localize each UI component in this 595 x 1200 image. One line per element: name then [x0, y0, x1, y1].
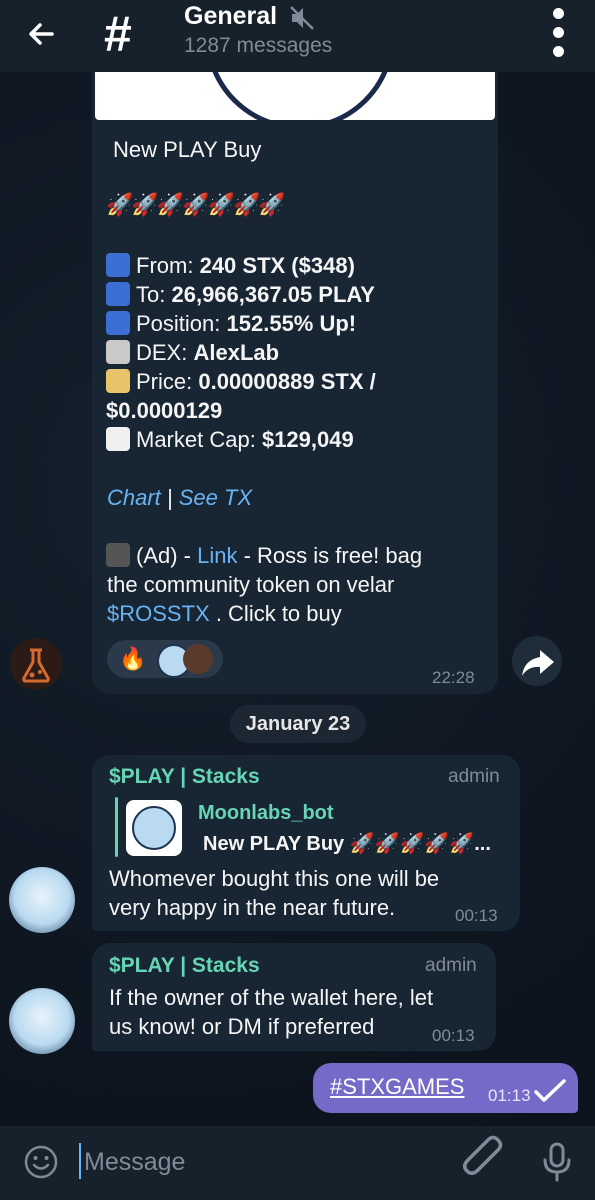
chat-header: # General 1287 messages	[0, 0, 595, 72]
message-sender[interactable]: $PLAY | Stacks	[109, 765, 260, 789]
message-text-line-1: Whomever bought this one will be	[109, 866, 440, 891]
quote-text[interactable]: New PLAY Buy 🚀🚀🚀🚀🚀...	[203, 831, 491, 856]
share-arrow-icon	[522, 650, 554, 676]
dex-line: DEX: AlexLab	[106, 340, 279, 366]
message-text-line-2: very happy in the near future.	[109, 895, 396, 920]
tv-icon	[106, 543, 130, 567]
mcap-line: Market Cap: $129,049	[106, 427, 354, 453]
ad-line-3: $ROSSTX . Click to buy	[107, 601, 342, 626]
share-button[interactable]	[512, 636, 562, 686]
back-arrow-icon[interactable]	[22, 14, 62, 54]
own-message-time: 01:13	[488, 1086, 531, 1105]
penguin-avatar[interactable]	[9, 867, 75, 933]
message-text-line-2: us know! or DM if preferred	[109, 1014, 375, 1039]
forward-arrow-icon	[106, 282, 130, 306]
message-text-line-1: If the owner of the wallet here, let	[109, 985, 434, 1010]
from-line: From: 240 STX ($348)	[106, 253, 355, 279]
bank-icon	[106, 340, 130, 364]
money-icon	[106, 369, 130, 393]
message-time: 00:13	[455, 906, 498, 925]
paperclip-icon[interactable]	[452, 1128, 516, 1192]
sender-role: admin	[425, 955, 477, 976]
fire-reaction[interactable]: 🔥	[119, 646, 146, 672]
reactions-bar[interactable]: 🔥	[107, 640, 223, 678]
emoji-smile-icon[interactable]	[22, 1143, 60, 1181]
message-time: 00:13	[432, 1026, 475, 1045]
post-heading: New PLAY Buy	[113, 137, 262, 162]
post-time: 22:28	[432, 668, 475, 687]
price-line: Price: 0.00000889 STX /	[106, 369, 376, 395]
reactor-avatar-pirate	[183, 644, 213, 674]
bot-avatar[interactable]	[10, 638, 62, 690]
quote-author[interactable]: Moonlabs_bot	[198, 802, 334, 825]
microphone-icon[interactable]	[540, 1140, 574, 1184]
to-line: To: 26,966,367.05 PLAY	[106, 282, 375, 308]
price-line-usd: $0.0000129	[106, 398, 223, 423]
quote-bar	[115, 797, 118, 857]
return-arrow-icon	[106, 253, 130, 277]
ad-line-1: (Ad) - Link - Ross is free! bag	[106, 543, 422, 569]
chart-increasing-icon	[106, 427, 130, 451]
message-count: 1287 messages	[184, 34, 333, 57]
links-line: Chart | See TX	[107, 485, 253, 510]
rockets-emoji-row: 🚀🚀🚀🚀🚀🚀🚀	[106, 192, 286, 217]
message-input[interactable]	[82, 1142, 426, 1182]
hashtag-icon: #	[104, 6, 132, 62]
more-options-button[interactable]	[546, 2, 572, 62]
see-tx-link[interactable]: See TX	[179, 485, 252, 510]
muted-icon	[290, 6, 314, 30]
ad-line-2: the community token on velar	[107, 572, 395, 597]
position-line: Position: 152.55% Up!	[106, 311, 356, 337]
ad-link[interactable]: Link	[197, 543, 237, 568]
sender-role: admin	[448, 766, 500, 787]
hashtag-link[interactable]: #STXGAMES	[330, 1074, 464, 1100]
chart-link[interactable]: Chart	[107, 485, 161, 510]
message-sender[interactable]: $PLAY | Stacks	[109, 954, 260, 978]
chat-title[interactable]: General	[184, 2, 277, 31]
read-check-icon	[534, 1079, 566, 1102]
quote-thumbnail[interactable]	[126, 800, 182, 856]
flask-icon	[22, 648, 50, 683]
up-arrow-icon	[106, 311, 130, 335]
text-cursor	[79, 1143, 81, 1179]
rosstx-link[interactable]: $ROSSTX	[107, 601, 210, 626]
date-divider: January 23	[230, 705, 366, 743]
penguin-avatar[interactable]	[9, 988, 75, 1054]
